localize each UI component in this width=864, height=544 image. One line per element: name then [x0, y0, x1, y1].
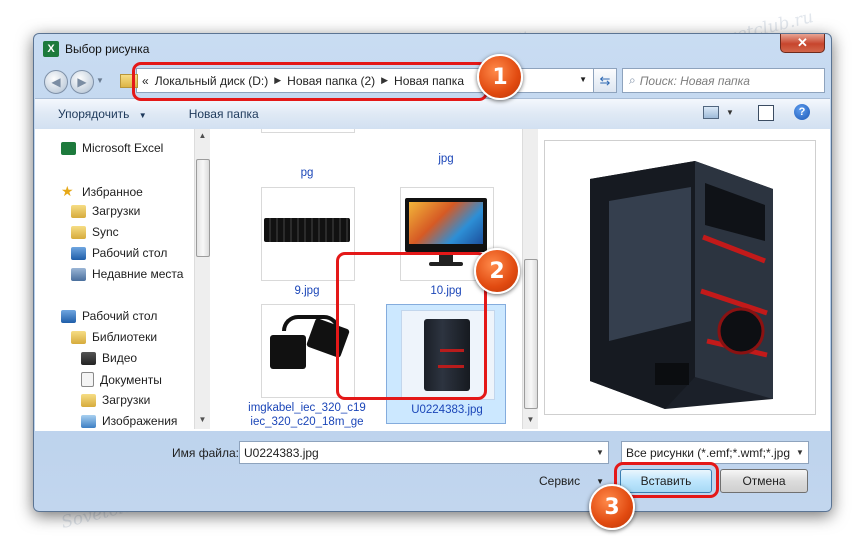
help-button[interactable]: ? [794, 104, 810, 120]
pc-case-preview [590, 161, 773, 409]
preview-pane [544, 140, 816, 415]
sidebar-item-label: Библиотеки [92, 330, 158, 344]
sidebar-item-label: Sync [92, 225, 119, 239]
chevron-down-icon[interactable]: ▼ [792, 442, 808, 463]
organize-button[interactable]: Упорядочить ▼ [35, 107, 159, 121]
excel-icon [61, 141, 76, 155]
sidebar-item-recent-places[interactable]: Недавние места [71, 267, 183, 281]
preview-pane-button[interactable] [758, 105, 774, 121]
callout-badge-2: 2 [474, 248, 520, 294]
keyboard-image [264, 218, 350, 242]
forward-button[interactable]: ▶ [70, 70, 94, 94]
callout-badge-3: 3 [589, 484, 635, 530]
sidebar-item-favorites[interactable]: ★ Избранное [61, 183, 143, 200]
file-name: pg [300, 167, 314, 179]
sidebar-item-label: Загрузки [102, 393, 151, 407]
address-dropdown-icon[interactable]: ▼ [579, 75, 587, 84]
images-icon [81, 414, 96, 428]
sidebar-item-downloads[interactable]: Загрузки [71, 204, 140, 218]
sidebar-item-label: Документы [100, 372, 162, 387]
filetype-value: Все рисунки (*.emf;*.wmf;*.jpg [626, 445, 790, 460]
service-button[interactable]: Сервис ▼ [539, 474, 604, 488]
filename-input[interactable]: U0224383.jpg ▼ [239, 441, 609, 464]
arrow-left-icon: ◀ [51, 75, 61, 89]
title-bar: X Выбор рисунка [43, 40, 149, 58]
close-button[interactable]: ✕ [780, 34, 825, 53]
folder-icon [71, 225, 86, 239]
star-icon: ★ [61, 183, 74, 199]
desktop-icon [61, 309, 76, 323]
recent-places-icon [71, 267, 86, 281]
sidebar-item-label: Загрузки [92, 204, 141, 218]
sidebar-item-label: Microsoft Excel [82, 141, 164, 155]
downloads-icon [71, 204, 86, 218]
sidebar-item-label: Рабочий стол [92, 246, 168, 260]
window-title: Выбор рисунка [65, 42, 150, 56]
filename-value: U0224383.jpg [244, 445, 319, 460]
power-cable-image [270, 335, 306, 369]
file-item[interactable]: jpg [386, 129, 506, 184]
video-icon [81, 351, 96, 365]
filename-label: Имя файла: [172, 446, 239, 460]
highlight-selected-file [336, 252, 487, 400]
search-icon: ⌕ [629, 73, 636, 87]
sidebar-item-desktop-root[interactable]: Рабочий стол [61, 309, 157, 323]
sidebar-item-label: Рабочий стол [82, 309, 158, 323]
filetype-select[interactable]: Все рисунки (*.emf;*.wmf;*.jpg ▼ [621, 441, 809, 464]
navigation-pane: Microsoft Excel ★ Избранное Загрузки Syn… [35, 129, 195, 429]
search-placeholder: Поиск: Новая папка [639, 73, 750, 88]
command-toolbar: Упорядочить ▼ Новая папка ▼ ? [35, 98, 830, 130]
view-icon [703, 106, 719, 119]
organize-label: Упорядочить [58, 107, 130, 121]
scroll-thumb[interactable] [524, 259, 538, 409]
cancel-button[interactable]: Отмена [720, 469, 808, 493]
back-button[interactable]: ◀ [44, 70, 68, 94]
callout-badge-1: 1 [477, 54, 523, 100]
sidebar-scrollbar[interactable]: ▲ ▼ [194, 129, 210, 429]
monitor-image [405, 198, 487, 252]
chevron-down-icon: ▼ [138, 111, 147, 120]
search-input[interactable]: ⌕ Поиск: Новая папка [622, 68, 825, 93]
scroll-down-icon[interactable]: ▼ [523, 415, 538, 424]
sidebar-item-label: Избранное [82, 184, 143, 199]
file-name: U0224383.jpg [411, 404, 483, 416]
libraries-icon [71, 330, 86, 344]
file-name: jpg [438, 153, 454, 165]
sidebar-item-downloads-lib[interactable]: Загрузки [81, 393, 150, 407]
chevron-down-icon[interactable]: ▼ [592, 442, 608, 463]
sidebar-item-sync[interactable]: Sync [71, 225, 119, 239]
scroll-thumb[interactable] [196, 159, 210, 257]
arrow-right-icon: ▶ [77, 75, 87, 89]
sidebar-item-libraries[interactable]: Библиотеки [71, 330, 157, 344]
file-list-scrollbar[interactable]: ▼ [522, 129, 538, 429]
sidebar-item-desktop[interactable]: Рабочий стол [71, 246, 167, 260]
documents-icon [81, 372, 94, 387]
refresh-button[interactable]: ⇆ [593, 68, 617, 93]
chevron-down-icon: ▼ [726, 108, 734, 117]
sidebar-item-label: Недавние места [92, 267, 184, 281]
new-folder-button[interactable]: Новая папка [177, 107, 271, 121]
highlight-address-bar [132, 62, 488, 101]
sidebar-item-label: Видео [102, 351, 138, 365]
sidebar-item-label: Изображения [102, 414, 178, 428]
desktop-icon [71, 246, 86, 260]
chevron-down-icon: ▼ [596, 476, 605, 486]
scroll-up-icon[interactable]: ▲ [195, 131, 210, 140]
sidebar-item-video[interactable]: Видео [81, 351, 137, 365]
file-name: imgkabel_iec_320_c19iec_320_c20_18m_gemb… [248, 402, 366, 428]
history-dropdown[interactable]: ▼ [96, 76, 104, 85]
excel-icon: X [43, 41, 59, 57]
file-thumbnail [261, 129, 355, 133]
refresh-icon: ⇆ [599, 72, 611, 88]
sidebar-item-microsoft-excel[interactable]: Microsoft Excel [61, 141, 163, 155]
sidebar-item-documents[interactable]: Документы [81, 372, 162, 387]
downloads-icon [81, 393, 96, 407]
view-options-button[interactable]: ▼ [703, 106, 734, 119]
service-label: Сервис [539, 474, 581, 488]
file-item[interactable]: pg [247, 129, 367, 184]
scroll-down-icon[interactable]: ▼ [195, 415, 210, 424]
sidebar-item-images[interactable]: Изображения [81, 414, 177, 428]
